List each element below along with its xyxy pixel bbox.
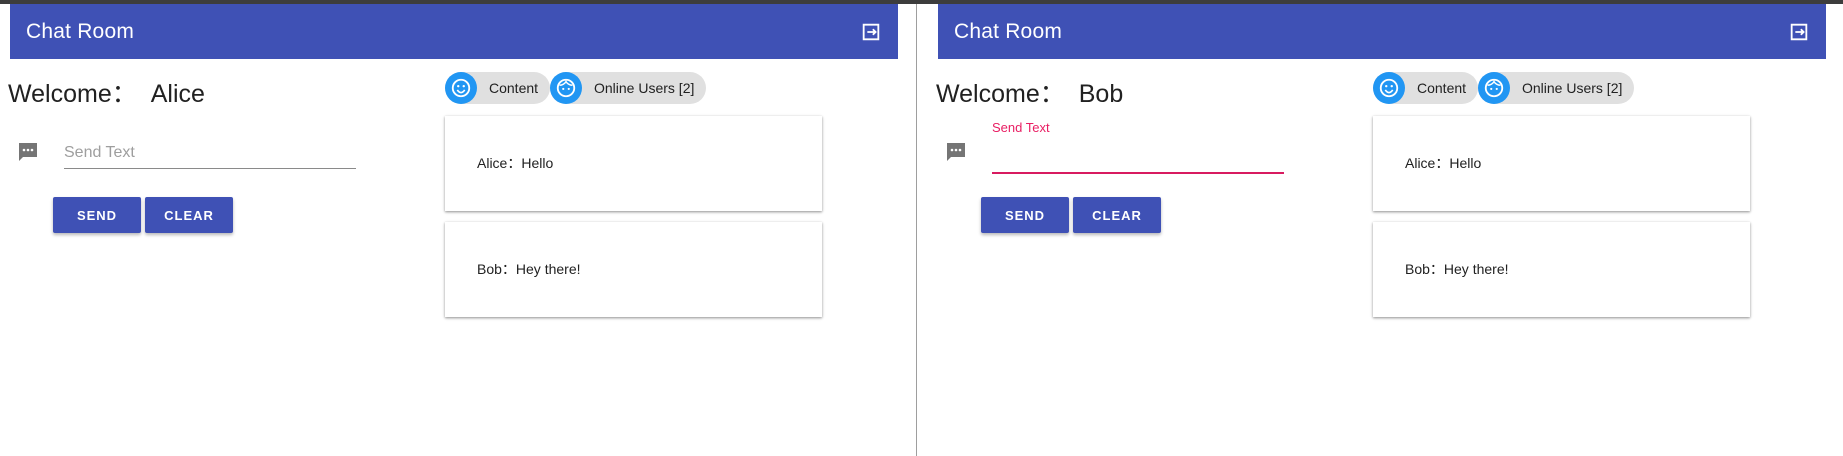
welcome-user: Alice [150, 80, 205, 108]
welcome-label: Welcome： [936, 80, 1065, 108]
content-chip-label: Content [1417, 80, 1467, 96]
send-text-label: Send Text [992, 120, 1050, 135]
send-button[interactable]: SEND [981, 197, 1069, 233]
message-card: Alice：Hello [1373, 116, 1750, 211]
send-text-input[interactable] [992, 142, 1284, 174]
smiley-icon [445, 72, 477, 104]
app-bar: Chat Room [10, 4, 898, 59]
clear-button[interactable]: CLEAR [145, 197, 233, 233]
clear-button[interactable]: CLEAR [1073, 197, 1161, 233]
message-card: Bob：Hey there! [445, 222, 822, 317]
online-users-chip-label: Online Users [2] [1522, 80, 1623, 96]
send-text-input[interactable] [64, 138, 356, 169]
welcome-heading: Welcome： Alice [8, 74, 205, 110]
message-text: Alice：Hello [1405, 155, 1482, 171]
message-text: Bob：Hey there! [477, 261, 581, 277]
online-users-chip[interactable]: Online Users [2] [1478, 72, 1635, 104]
message-text: Alice：Hello [477, 155, 554, 171]
chat-panel-bob: Chat Room Welcome： Bob Send Text SEND CLE… [928, 4, 1828, 456]
face-icon [550, 72, 582, 104]
app-title: Chat Room [26, 20, 135, 43]
online-users-chip-label: Online Users [2] [594, 80, 695, 96]
content-chip-label: Content [489, 80, 539, 96]
app-title: Chat Room [954, 20, 1063, 43]
welcome-label: Welcome： [8, 80, 137, 108]
panel-divider [916, 4, 917, 456]
message-text: Bob：Hey there! [1405, 261, 1509, 277]
app-bar: Chat Room [938, 4, 1826, 59]
welcome-user: Bob [1078, 80, 1124, 108]
chat-panel-alice: Chat Room Welcome： Alice SEND CLEAR Conte… [0, 4, 900, 456]
logout-icon[interactable] [1788, 21, 1810, 43]
online-users-chip[interactable]: Online Users [2] [550, 72, 707, 104]
send-text-field [64, 138, 356, 169]
send-button[interactable]: SEND [53, 197, 141, 233]
content-chip[interactable]: Content [445, 72, 551, 104]
send-text-field: Send Text [992, 120, 1284, 174]
message-card: Bob：Hey there! [1373, 222, 1750, 317]
logout-icon[interactable] [860, 21, 882, 43]
welcome-heading: Welcome： Bob [936, 74, 1123, 110]
face-icon [1478, 72, 1510, 104]
message-card: Alice：Hello [445, 116, 822, 211]
content-chip[interactable]: Content [1373, 72, 1479, 104]
message-icon [19, 143, 37, 161]
message-icon [947, 143, 965, 161]
smiley-icon [1373, 72, 1405, 104]
